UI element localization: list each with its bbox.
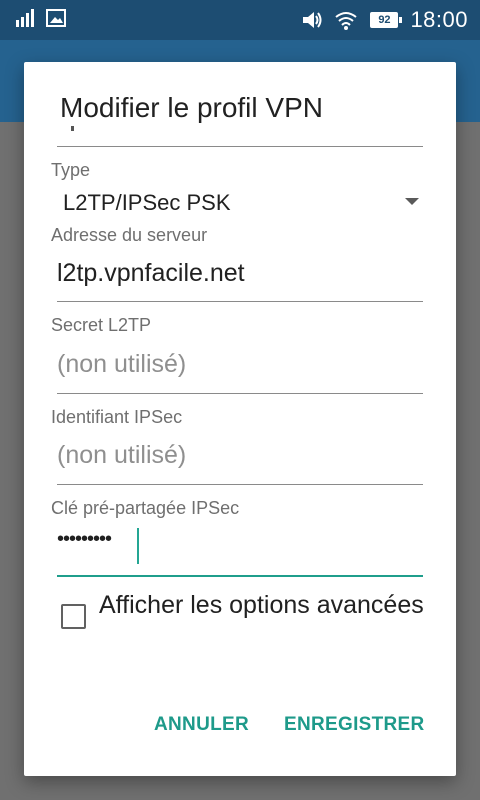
ipsec-psk-label: Clé pré-partagée IPSec: [51, 498, 240, 518]
clock: 18:00: [410, 7, 468, 32]
advanced-options-checkbox[interactable]: [61, 604, 86, 629]
battery-level: 92: [378, 14, 391, 26]
ipsec-psk-underline-focused: [57, 575, 423, 577]
ipsec-psk-field[interactable]: •••••••••: [57, 524, 423, 572]
server-address-underline: [57, 301, 423, 302]
wifi-icon: [335, 12, 358, 30]
ipsec-identifier-field[interactable]: (non utilisé): [57, 441, 186, 470]
type-label: Type: [51, 160, 91, 180]
image-notification-icon: [46, 9, 66, 27]
scrolled-field-underline: [57, 146, 423, 147]
signal-icon: [16, 9, 34, 27]
l2tp-secret-field[interactable]: (non utilisé): [57, 350, 186, 379]
dialog-title: Modifier le profil VPN: [60, 92, 323, 123]
cancel-button[interactable]: ANNULER: [154, 714, 249, 736]
save-button[interactable]: ENREGISTRER: [284, 714, 425, 736]
advanced-options-label[interactable]: Afficher les options avancées: [99, 590, 429, 621]
server-address-label: Adresse du serveur: [51, 225, 208, 245]
type-selected-value[interactable]: L2TP/IPSec PSK: [63, 190, 231, 216]
ipsec-identifier-label: Identifiant IPSec: [51, 407, 183, 427]
l2tp-secret-label: Secret L2TP: [51, 315, 152, 335]
status-bar-right: 92 18:00: [302, 7, 468, 33]
edit-vpn-profile-dialog: Modifier le profil VPN Type L2TP/IPSec P…: [24, 62, 456, 776]
battery-icon: 92: [370, 12, 403, 28]
text-cursor: [137, 528, 139, 564]
volume-icon: [303, 12, 322, 28]
scrolled-field-remnant: [71, 126, 74, 131]
server-address-field[interactable]: l2tp.vpnfacile.net: [57, 259, 245, 288]
ipsec-psk-masked-value: •••••••••: [57, 528, 112, 550]
l2tp-secret-underline: [57, 393, 423, 394]
dropdown-arrow-icon[interactable]: [405, 198, 419, 205]
status-bar-left: [16, 9, 66, 27]
status-bar: 92 18:00: [0, 0, 480, 40]
ipsec-identifier-underline: [57, 484, 423, 485]
